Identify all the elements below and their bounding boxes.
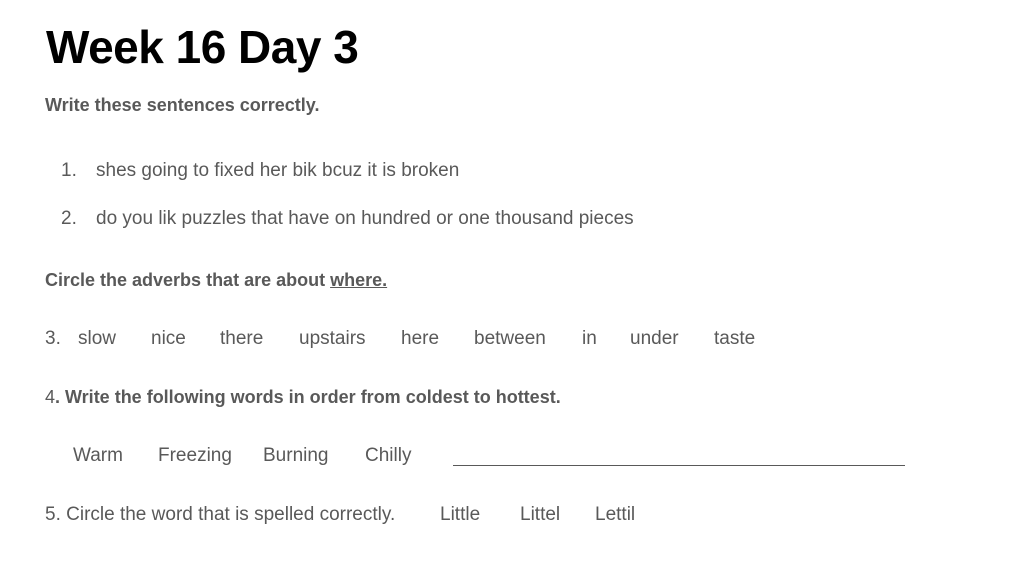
adverb-option[interactable]: upstairs (299, 328, 366, 350)
adverb-option[interactable]: slow (78, 328, 116, 350)
temperature-word: Warm (73, 445, 123, 466)
adverb-row: 3. slow nice there upstairs here between… (45, 328, 805, 352)
adverb-option[interactable]: here (401, 328, 439, 350)
item-number: 4 (45, 387, 56, 407)
temperature-word: Burning (263, 445, 329, 466)
adverb-option[interactable]: taste (714, 328, 755, 350)
temperature-word: Chilly (365, 445, 412, 466)
instruction-text: Circle the adverbs that are about (45, 270, 331, 290)
sentence-text: do you lik puzzles that have on hundred … (96, 208, 634, 229)
temperature-word: Freezing (158, 445, 232, 466)
spelling-question: 5. Circle the word that is spelled corre… (45, 504, 685, 528)
instruction-emphasis: where. (330, 270, 388, 290)
adverb-option[interactable]: in (582, 328, 597, 350)
adverb-option[interactable]: between (474, 328, 546, 350)
spelling-option[interactable]: Littel (520, 504, 560, 526)
page-title: Week 16 Day 3 (46, 21, 359, 73)
question-prompt: 5. Circle the word that is spelled corre… (45, 504, 396, 525)
section2-instruction: Circle the adverbs that are about where. (45, 270, 387, 291)
spelling-option[interactable]: Little (440, 504, 480, 526)
adverb-option[interactable]: under (630, 328, 679, 350)
adverb-option[interactable]: nice (151, 328, 186, 350)
sentence-text: shes going to fixed her bik bcuz it is b… (96, 160, 460, 181)
answer-blank-line[interactable] (453, 465, 905, 466)
spelling-option[interactable]: Lettil (595, 504, 635, 526)
temperature-words: Warm Freezing Burning Chilly (45, 445, 465, 469)
item-number: 2. (61, 208, 77, 229)
item-number: 3. (45, 328, 61, 349)
section1-instruction: Write these sentences correctly. (45, 95, 320, 115)
item-number: 1. (61, 160, 77, 181)
sentence-item-2: 2. do you lik puzzles that have on hundr… (61, 208, 634, 230)
section3-instruction: 4. Write the following words in order fr… (45, 387, 561, 408)
instruction-text: . Write the following words in order fro… (55, 387, 561, 407)
sentence-item-1: 1. shes going to fixed her bik bcuz it i… (61, 160, 459, 182)
adverb-option[interactable]: there (220, 328, 263, 350)
